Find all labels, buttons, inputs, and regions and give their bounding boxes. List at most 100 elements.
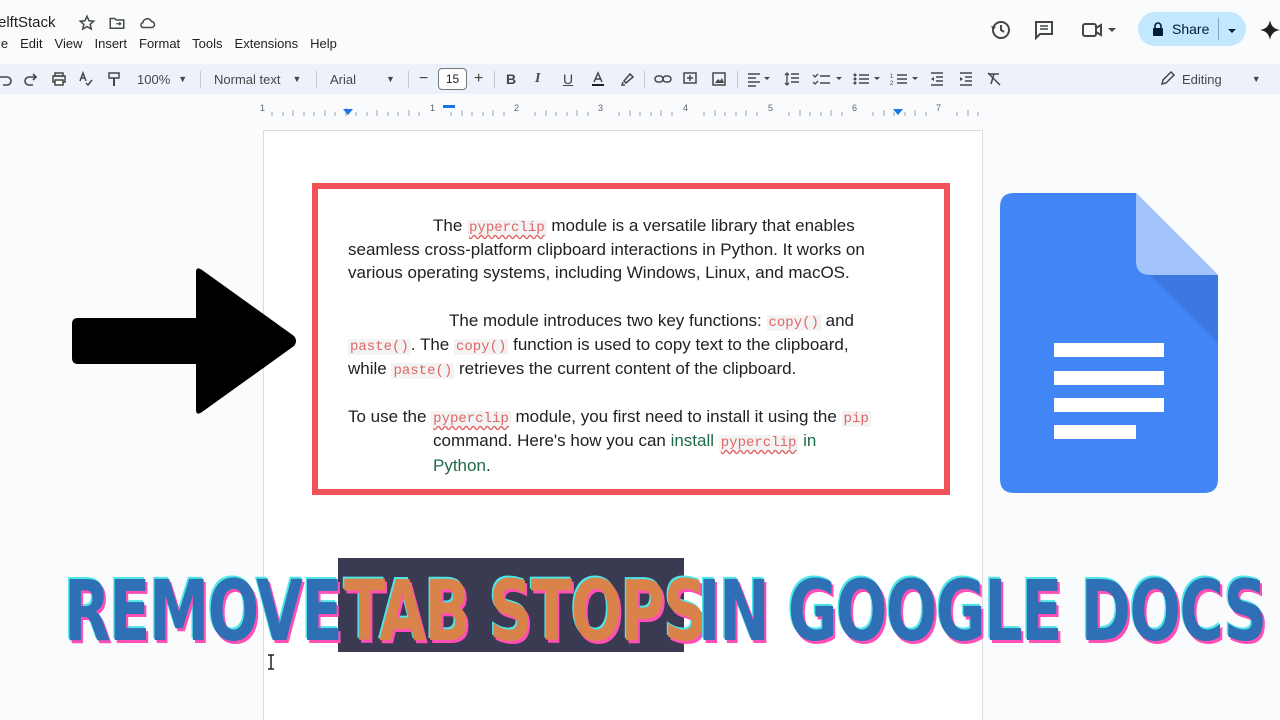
hyperlink[interactable]: Python	[433, 456, 486, 475]
meet-icon[interactable]	[1080, 18, 1120, 42]
menu-view[interactable]: View	[55, 36, 83, 51]
redo-icon[interactable]	[24, 64, 38, 94]
undo-icon[interactable]	[0, 64, 12, 94]
menu-file[interactable]: le	[0, 36, 8, 51]
font-select[interactable]: Arial ▼	[330, 64, 395, 94]
pencil-icon	[1160, 70, 1176, 89]
text-run: The module introduces two key functions:	[449, 311, 767, 330]
text-run: module, you first need to install it usi…	[510, 407, 842, 426]
highlight-icon[interactable]	[620, 64, 636, 94]
print-icon[interactable]	[51, 64, 67, 94]
toolbar-divider	[200, 71, 201, 88]
first-line-indent-marker[interactable]	[442, 104, 456, 110]
svg-text:1: 1	[890, 74, 894, 80]
inline-code: copy()	[453, 339, 509, 355]
paragraph-1-line-3[interactable]: various operating systems, including Win…	[348, 261, 850, 285]
menu-help[interactable]: Help	[310, 36, 337, 51]
inline-code: paste()	[348, 339, 411, 355]
arrow-right-icon	[72, 268, 296, 414]
underline-icon[interactable]: U	[563, 64, 573, 94]
move-folder-icon[interactable]	[108, 14, 126, 32]
increase-indent-icon[interactable]	[958, 64, 974, 94]
spellcheck-icon[interactable]	[78, 64, 94, 94]
bold-icon[interactable]: B	[506, 64, 516, 94]
style-select[interactable]: Normal text ▼	[214, 64, 301, 94]
editing-mode-select[interactable]: Editing ▼	[1160, 64, 1261, 94]
toolbar-divider	[408, 71, 409, 88]
inline-code: copy()	[766, 315, 821, 331]
text-color-icon[interactable]	[590, 64, 606, 94]
style-caret-icon: ▼	[292, 74, 302, 84]
image-icon[interactable]	[711, 64, 727, 94]
clear-format-icon[interactable]	[986, 64, 1002, 94]
toolbar-divider	[644, 71, 645, 88]
font-value: Arial	[330, 71, 357, 87]
gemini-icon[interactable]	[1258, 18, 1280, 42]
cloud-icon[interactable]	[138, 14, 156, 32]
increase-font-size-button[interactable]: +	[474, 64, 483, 94]
menu-extensions[interactable]: Extensions	[235, 36, 299, 51]
text-run: module is a versatile library that enabl…	[546, 216, 855, 235]
ruler[interactable]: 1 1 2 3 4 5 6 7	[0, 98, 1280, 118]
zoom-value: 100%	[137, 71, 171, 87]
menu-format[interactable]: Format	[139, 36, 180, 51]
link-icon[interactable]	[654, 64, 672, 94]
title-icons	[78, 14, 156, 32]
paragraph-2-line-2[interactable]: paste(). The copy() function is used to …	[348, 333, 849, 359]
toolbar-divider	[737, 71, 738, 88]
italic-icon[interactable]: I	[535, 64, 540, 94]
text-run: command. Here's how you can	[433, 431, 671, 450]
text-run: .	[485, 456, 491, 475]
right-indent-marker[interactable]	[892, 108, 904, 116]
text-run: To use the	[348, 407, 432, 426]
menu-tools[interactable]: Tools	[192, 36, 222, 51]
text-run: while	[348, 359, 392, 378]
history-icon[interactable]	[989, 18, 1013, 42]
share-label: Share	[1172, 21, 1210, 37]
banner-word-in-google-docs: IN GOOGLE DOCS	[698, 562, 1267, 660]
banner-word-remove: REMOVE	[64, 562, 343, 660]
paragraph-3-line-1[interactable]: To use the pyperclip module, you first n…	[348, 405, 871, 431]
banner-word-tab-stops: TAB STOPS	[344, 562, 707, 660]
menu-insert[interactable]: Insert	[94, 36, 127, 51]
left-indent-marker[interactable]	[342, 108, 354, 116]
share-dropdown-icon[interactable]	[1227, 23, 1237, 39]
decrease-font-size-button[interactable]: −	[419, 64, 428, 94]
zoom-caret-icon: ▼	[178, 74, 188, 84]
share-button[interactable]: Share	[1138, 12, 1246, 46]
font-size-input[interactable]: 15	[438, 68, 467, 90]
hyperlink[interactable]: install	[671, 431, 714, 450]
checklist-icon[interactable]	[812, 64, 846, 94]
comment-icon[interactable]	[1032, 18, 1056, 42]
paragraph-1-line-1[interactable]: The pyperclip module is a versatile libr…	[433, 214, 855, 240]
zoom-select[interactable]: 100% ▼	[137, 64, 187, 94]
text-run: The	[433, 216, 468, 235]
align-icon[interactable]	[746, 64, 772, 94]
share-divider	[1218, 18, 1219, 40]
inline-code: pyperclip	[431, 411, 511, 427]
paragraph-1-line-2[interactable]: seamless cross-platform clipboard intera…	[348, 238, 865, 262]
add-comment-icon[interactable]	[682, 64, 698, 94]
text-run: function is used to copy text to the cli…	[508, 335, 849, 354]
menu-edit[interactable]: Edit	[20, 36, 42, 51]
hyperlink[interactable]: in	[798, 431, 816, 450]
paragraph-2-line-3[interactable]: while paste() retrieves the current cont…	[348, 357, 796, 383]
toolbar: 100% ▼ Normal text ▼ Arial ▼ − 15 + B I U 1…	[0, 64, 1280, 94]
paragraph-2-line-1[interactable]: The module introduces two key functions:…	[449, 309, 854, 335]
line-spacing-icon[interactable]	[784, 64, 800, 94]
svg-text:2: 2	[890, 81, 894, 87]
document-title[interactable]: elftStack	[0, 14, 56, 31]
numbered-list-icon[interactable]: 12	[890, 64, 924, 94]
paragraph-3-line-2[interactable]: command. Here's how you can install pype…	[433, 429, 816, 455]
toolbar-divider	[316, 71, 317, 88]
star-icon[interactable]	[78, 14, 96, 32]
paragraph-3-line-3[interactable]: Python.	[433, 454, 491, 478]
paint-format-icon[interactable]	[106, 64, 122, 94]
bulleted-list-icon[interactable]	[852, 64, 886, 94]
inline-code: pyperclip	[718, 435, 799, 451]
ruler-bar[interactable]: 1 1 2 3 4 5 6 7	[260, 102, 982, 116]
inline-code: pip	[841, 411, 871, 427]
inline-code: paste()	[391, 363, 455, 379]
inline-code: pyperclip	[467, 220, 547, 236]
decrease-indent-icon[interactable]	[929, 64, 945, 94]
